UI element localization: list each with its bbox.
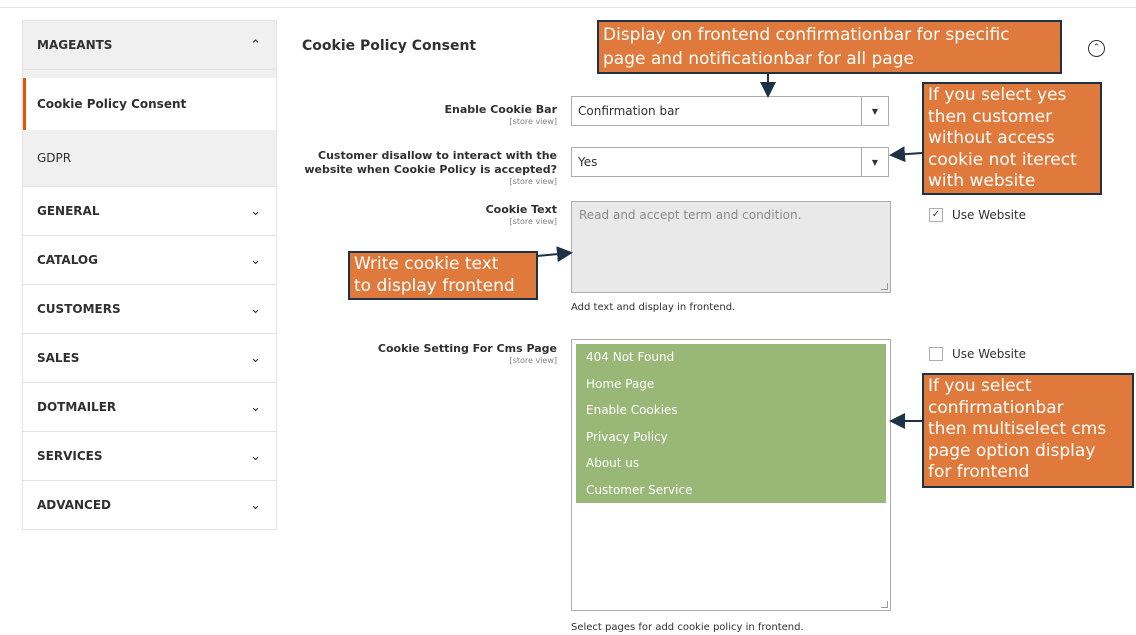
callout-line: If you select yes (928, 85, 1067, 105)
callout-line: cookie not iterect (928, 149, 1077, 170)
callout-line: without access (928, 128, 1055, 148)
arrow-cookie-text (536, 246, 573, 263)
callout-line: If you select (928, 376, 1032, 396)
callout-line: then multiselect cms (928, 419, 1107, 439)
callout-line: to display frontend (354, 275, 515, 296)
callout-line: confirmationbar (928, 397, 1064, 418)
callout-line: for frontend (928, 462, 1030, 482)
callout-line: page option display (928, 440, 1096, 461)
callout-line: page and notificationbar for all page (603, 49, 914, 69)
callout-line: with website (928, 171, 1036, 191)
arrow-disallow (889, 146, 923, 163)
callout-line: Display on frontend confirmationbar for … (603, 25, 1010, 45)
callout-cookie-text: Write cookie text to display frontend (348, 251, 538, 300)
callout-line: then customer (928, 106, 1053, 127)
callout-cms-multiselect: If you select confirmationbar then multi… (922, 373, 1134, 488)
callout-line: Write cookie text (354, 254, 499, 274)
callout-select-yes: If you select yes then customer without … (922, 82, 1102, 195)
callout-display-frontend: Display on frontend confirmationbar for … (597, 20, 1062, 74)
